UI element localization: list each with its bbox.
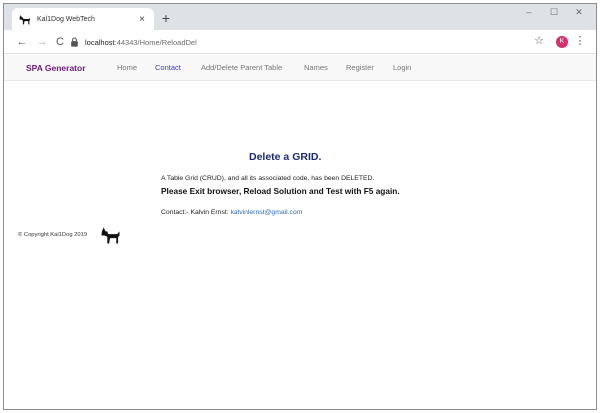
bookmark-star-icon[interactable]: ☆ [532, 34, 546, 47]
nav-names[interactable]: Names [304, 63, 328, 72]
url-path: :44343/Home/ReloadDel [114, 37, 197, 47]
contact-email-link[interactable]: kalvinlernst@gmail.com [231, 209, 303, 216]
tab-strip: Kal1Dog WebTech × + – ☐ ✕ [4, 4, 596, 30]
app-navbar: SPA Generator Home Contact Add/Delete Pa… [4, 55, 596, 81]
address-bar[interactable]: localhost:44343/Home/ReloadDel [70, 33, 462, 51]
maximize-button[interactable]: ☐ [545, 7, 563, 18]
nav-register[interactable]: Register [346, 63, 374, 72]
browser-window: Kal1Dog WebTech × + – ☐ ✕ ← → C localhos… [3, 3, 597, 410]
dog-icon [101, 227, 120, 244]
contact-line: Contact:- Kalvin Ernst: kalvinlernst@gma… [161, 209, 302, 216]
url-host: localhost [85, 37, 115, 47]
nav-login[interactable]: Login [393, 63, 411, 72]
dog-favicon-icon [19, 14, 30, 24]
forward-button[interactable]: → [34, 34, 50, 50]
browser-menu-icon[interactable]: ⋮ [574, 34, 586, 47]
page-title: Delete a GRID. [249, 151, 322, 163]
brand-link[interactable]: SPA Generator [26, 63, 86, 73]
lock-icon [71, 37, 78, 47]
nav-add-delete-parent-table[interactable]: Add/Delete Parent Table [201, 63, 282, 72]
copyright-text: © Copyright Kal1Dog 2019 [18, 232, 88, 238]
deleted-message: A Table Grid (CRUD), and all its associa… [161, 175, 375, 182]
contact-label: Contact:- Kalvin Ernst: [161, 209, 229, 216]
new-tab-button[interactable]: + [158, 10, 174, 26]
tab-title: Kal1Dog WebTech [37, 15, 95, 23]
close-window-button[interactable]: ✕ [570, 7, 588, 18]
reload-button[interactable]: C [52, 34, 68, 50]
tab-close-icon[interactable]: × [136, 14, 148, 25]
browser-tab[interactable]: Kal1Dog WebTech × [12, 8, 154, 30]
profile-avatar[interactable]: K [556, 36, 568, 48]
back-button[interactable]: ← [14, 34, 30, 50]
reload-instruction: Please Exit browser, Reload Solution and… [161, 186, 400, 196]
nav-contact[interactable]: Contact [155, 63, 181, 72]
nav-home[interactable]: Home [117, 63, 137, 72]
url-text: localhost:44343/Home/ReloadDel [85, 38, 197, 47]
toolbar: ← → C localhost:44343/Home/ReloadDel ☆ K… [4, 30, 596, 54]
minimize-button[interactable]: – [520, 7, 538, 17]
